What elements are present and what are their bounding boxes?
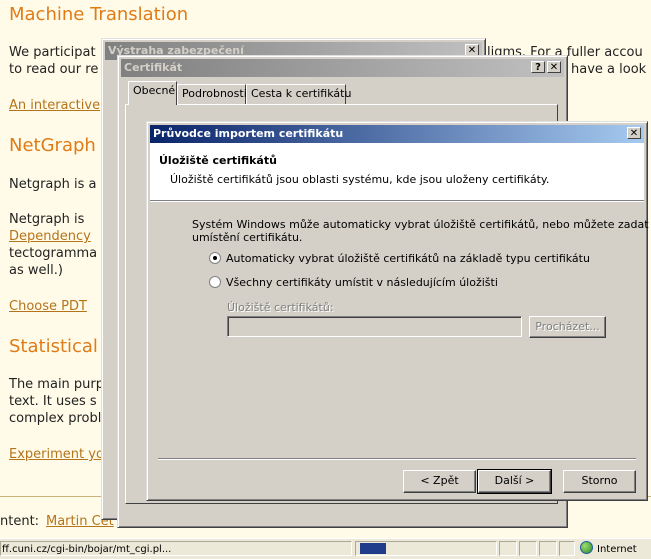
radio-selected-dot [213, 256, 217, 260]
link-choose-pdt[interactable]: Choose PDT [9, 299, 87, 314]
paragraph-ng-line1: Netgraph is a [9, 177, 97, 192]
section-description: Úložiště certifikátů jsou oblasti systém… [170, 173, 550, 186]
paragraph-ng-line4: as well.) [9, 263, 63, 278]
status-url: ff.cuni.cz/cgi-bin/bojar/mt_cgi.pl... [0, 541, 352, 556]
paragraph-mt-line2: to read our re [9, 62, 99, 77]
link-interactive[interactable]: An interactive [9, 98, 100, 113]
status-pane [499, 541, 517, 556]
heading-statistical: Statistical L [9, 336, 114, 357]
intro-text-line2: umístění certifikátu. [192, 231, 303, 244]
paragraph-st-line2: text. It uses s [9, 394, 97, 409]
radio-auto-select[interactable] [209, 252, 221, 264]
security-zone: Internet [576, 541, 651, 556]
help-icon[interactable]: ? [531, 61, 545, 73]
status-pane [559, 541, 575, 556]
progress-bar [360, 543, 386, 554]
import-wizard-window: Průvodce importem certifikátu ✕ Úložiště… [146, 121, 649, 501]
cancel-button[interactable]: Storno [563, 470, 636, 493]
radio-manual-store[interactable] [209, 276, 221, 288]
radio-manual-label[interactable]: Všechny certifikáty umístit v následujíc… [226, 276, 498, 289]
paragraph-st-line1: The main purpo [9, 377, 112, 392]
browse-button[interactable]: Procházet... [529, 316, 606, 338]
intro-text-line1: Systém Windows může automaticky vybrat ú… [192, 218, 649, 231]
heading-machine-translation: Machine Translation [9, 4, 189, 25]
certificate-titlebar: Certifikát [121, 59, 564, 77]
status-bar: ff.cuni.cz/cgi-bin/bojar/mt_cgi.pl... In… [0, 538, 651, 559]
link-experiment[interactable]: Experiment you [9, 447, 112, 462]
back-button[interactable]: < Zpět [403, 470, 476, 493]
globe-icon [580, 541, 593, 554]
link-dependency[interactable]: Dependency [9, 229, 91, 244]
footer-separator [158, 458, 636, 460]
next-button[interactable]: Další > [477, 469, 552, 494]
header-separator [150, 200, 644, 202]
paragraph-ng-line2: Netgraph is [9, 212, 85, 227]
heading-netgraph: NetGraph [9, 135, 96, 156]
tab-details[interactable]: Podrobnosti [177, 84, 247, 104]
tab-certification-path[interactable]: Cesta k certifikátu [246, 84, 351, 104]
paragraph-ng-line3: tectogramma [9, 246, 98, 261]
zone-label: Internet [597, 544, 637, 555]
close-icon[interactable]: ✕ [627, 127, 641, 139]
radio-auto-label[interactable]: Automaticky vybrat úložiště certifikátů … [226, 252, 590, 265]
wizard-titlebar: Průvodce importem certifikátu [150, 125, 644, 143]
close-icon[interactable]: ✕ [547, 61, 561, 73]
footer-prefix: ntent: [0, 514, 40, 529]
paragraph-mt-line2-right: have a look [571, 62, 647, 77]
store-input[interactable] [227, 316, 522, 337]
wizard-header: Úložiště certifikátů Úložiště certifikát… [150, 143, 644, 200]
tab-general[interactable]: Obecné [128, 81, 177, 105]
status-pane [539, 541, 557, 556]
paragraph-mt-line1: We participat [9, 45, 96, 60]
store-field-label: Úložiště certifikátů: [227, 301, 334, 314]
section-title: Úložiště certifikátů [159, 154, 277, 167]
status-pane [519, 541, 537, 556]
